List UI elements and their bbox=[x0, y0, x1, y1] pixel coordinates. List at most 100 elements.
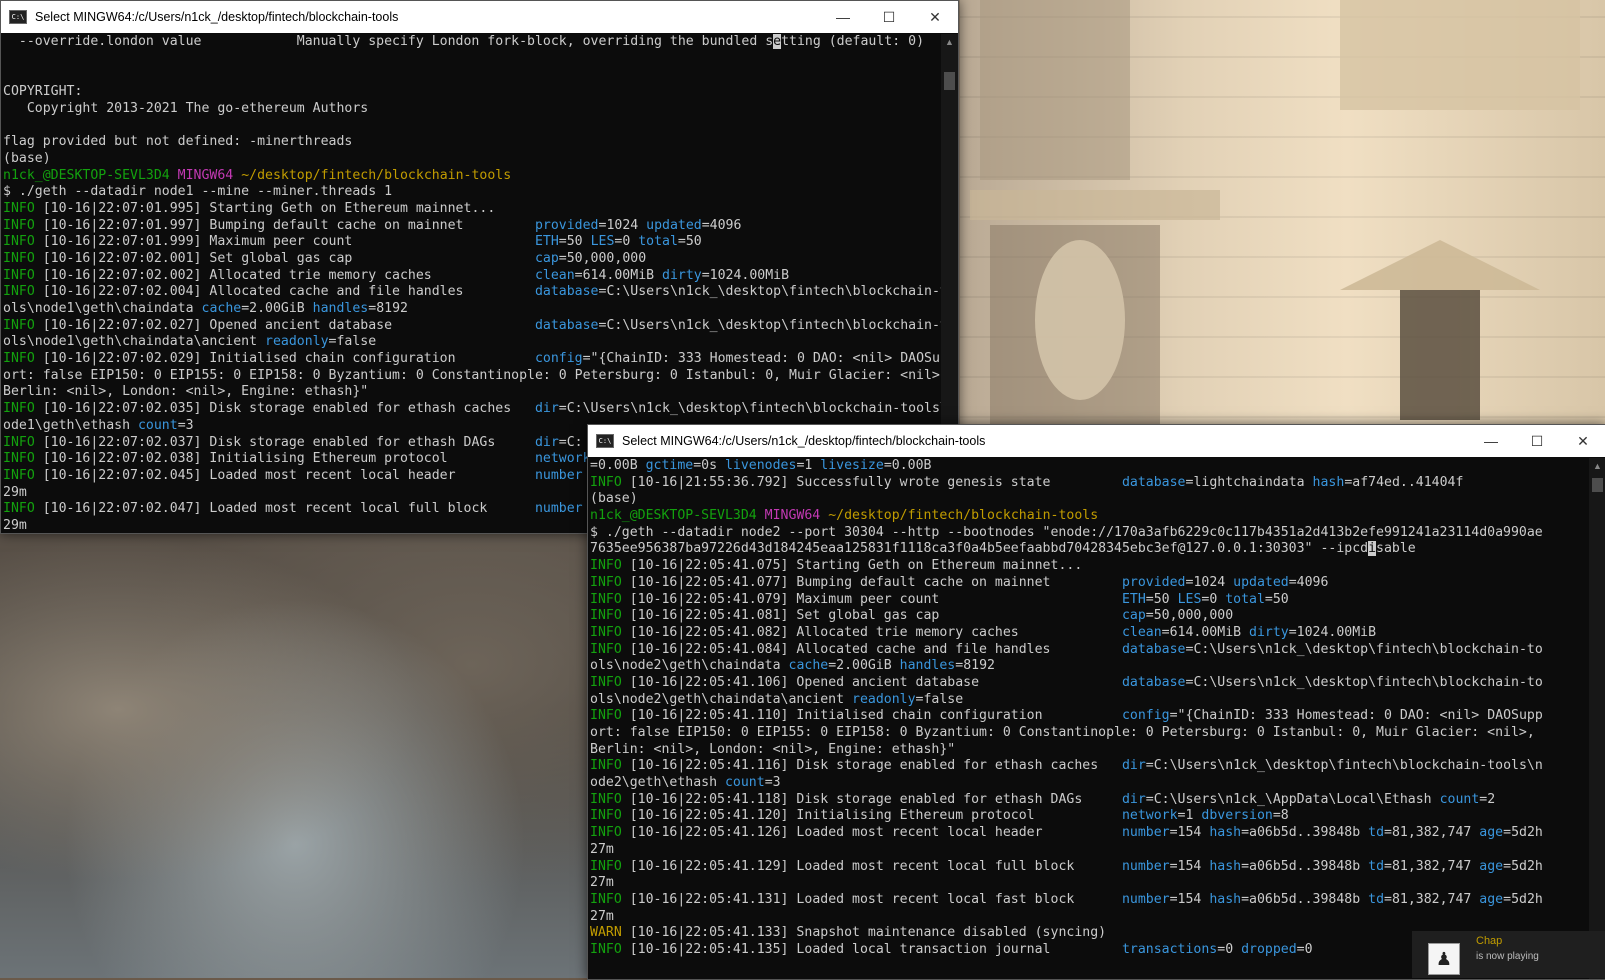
terminal-text-segment: =81,382,747 bbox=[1384, 825, 1480, 841]
terminal-line: 27m bbox=[590, 909, 1589, 926]
terminal-line: --override.london value Manually specify… bbox=[3, 34, 941, 51]
close-button[interactable]: ✕ bbox=[912, 1, 958, 33]
terminal-text-segment: =154 bbox=[1169, 858, 1210, 874]
terminal-text-segment: transactions bbox=[1121, 941, 1218, 957]
terminal-text-segment: age bbox=[1479, 891, 1504, 907]
terminal-text-segment: LES bbox=[590, 234, 615, 250]
terminal-line: Berlin: <nil>, London: <nil>, Engine: et… bbox=[590, 742, 1589, 759]
terminal-text-segment: hash bbox=[1209, 825, 1242, 841]
terminal-text-segment: =5d2h bbox=[1503, 825, 1543, 841]
terminal-text-segment: database bbox=[1121, 474, 1186, 490]
terminal-text-segment: Berlin: <nil>, London: <nil>, Engine: et… bbox=[3, 384, 369, 400]
maximize-button[interactable]: ☐ bbox=[866, 1, 912, 33]
close-button[interactable]: ✕ bbox=[1560, 425, 1605, 457]
terminal-text-segment: dir bbox=[534, 401, 559, 417]
terminal-text-segment: [10-16|21:55:36.792] Successfully wrote … bbox=[629, 474, 1122, 490]
terminal-line: ols\node1\geth\chaindata cache=2.00GiB h… bbox=[3, 301, 941, 318]
terminal-text-segment: cache bbox=[201, 301, 242, 316]
terminal-text-segment: ort: false EIP150: 0 EIP155: 0 EIP158: 0… bbox=[590, 725, 1535, 740]
terminal-text-segment: INFO bbox=[590, 758, 630, 774]
terminal-text-segment: INFO bbox=[3, 250, 43, 266]
scroll-up-icon[interactable]: ▲ bbox=[941, 34, 958, 51]
terminal-text-segment: tting (default: 0) bbox=[781, 34, 925, 49]
terminal-output[interactable]: =0.00B gctime=0s livenodes=1 livesize=0.… bbox=[588, 458, 1589, 979]
terminal-text-segment: dirty bbox=[662, 267, 702, 283]
terminal-line: (base) bbox=[590, 491, 1589, 508]
minimize-button[interactable]: — bbox=[1468, 425, 1514, 457]
terminal-text-segment: =1 bbox=[796, 458, 821, 473]
terminal-line: 7635ee956387ba97226d43d184245eaa125831f1… bbox=[590, 541, 1589, 558]
terminal-text-segment: [10-16|22:07:01.995] Starting Geth on Et… bbox=[42, 200, 496, 216]
terminal-window-node2[interactable]: C:\ Select MINGW64:/c/Users/n1ck_/deskto… bbox=[587, 424, 1605, 980]
terminal-text-segment: INFO bbox=[590, 891, 630, 907]
terminal-line: =0.00B gctime=0s livenodes=1 livesize=0.… bbox=[590, 458, 1589, 475]
minimize-button[interactable]: — bbox=[820, 1, 866, 33]
terminal-text-segment: =1024 bbox=[598, 217, 647, 233]
terminal-line: n1ck_@DESKTOP-SEVL3D4 MINGW64 ~/desktop/… bbox=[590, 508, 1589, 525]
terminal-text-segment: [10-16|22:07:02.047] Loaded most recent … bbox=[42, 501, 535, 517]
terminal-text-segment: age bbox=[1479, 825, 1504, 841]
terminal-line: INFO [10-16|21:55:36.792] Successfully w… bbox=[590, 475, 1589, 492]
terminal-text-segment: count bbox=[137, 417, 178, 433]
terminal-text-segment: =C: bbox=[558, 434, 583, 450]
terminal-line: INFO [10-16|22:05:41.110] Initialised ch… bbox=[590, 708, 1589, 725]
terminal-text-segment: [10-16|22:07:02.027] Opened ancient data… bbox=[42, 317, 535, 333]
terminal-text-segment: =a06b5d..39848b bbox=[1241, 825, 1369, 841]
terminal-line: INFO [10-16|22:05:41.118] Disk storage e… bbox=[590, 792, 1589, 809]
terminal-text-segment: ols\node2\geth\chaindata\ancient bbox=[590, 691, 853, 707]
terminal-text-segment: config bbox=[534, 351, 583, 367]
terminal-text-segment: =1 bbox=[1177, 808, 1202, 824]
terminal-text-segment: ols\node1\geth\chaindata\ancient bbox=[3, 334, 266, 350]
terminal-text-segment: INFO bbox=[3, 451, 43, 467]
terminal-text-segment: =false bbox=[915, 691, 964, 707]
terminal-text-segment: =50 bbox=[1145, 591, 1178, 607]
terminal-text-segment: =614.00MiB bbox=[574, 267, 663, 283]
terminal-text-segment: INFO bbox=[3, 200, 43, 216]
terminal-text-segment: [10-16|22:07:02.001] Set global gas cap bbox=[42, 250, 535, 266]
scrollbar-thumb[interactable] bbox=[944, 72, 955, 90]
terminal-text-segment: =a06b5d..39848b bbox=[1241, 858, 1369, 874]
terminal-text-segment: Berlin: <nil>, London: <nil>, Engine: et… bbox=[590, 741, 956, 757]
terminal-text-segment: =0s bbox=[693, 458, 725, 473]
terminal-line: INFO [10-16|22:05:41.126] Loaded most re… bbox=[590, 825, 1589, 842]
terminal-text-segment: hash bbox=[1209, 891, 1242, 907]
terminal-text-segment: $ ./geth --datadir node2 --port 30304 --… bbox=[590, 524, 1543, 540]
terminal-text-segment: INFO bbox=[590, 808, 630, 824]
terminal-text-segment: INFO bbox=[3, 217, 43, 233]
terminal-text-segment: =4096 bbox=[701, 217, 742, 233]
terminal-line: $ ./geth --datadir node1 --mine --miner.… bbox=[3, 184, 941, 201]
text-cursor: e bbox=[773, 34, 782, 49]
terminal-text-segment: [10-16|22:05:41.133] Snapshot maintenanc… bbox=[629, 925, 1107, 941]
terminal-line: INFO [10-16|22:07:02.035] Disk storage e… bbox=[3, 401, 941, 418]
vertical-scrollbar[interactable]: ▲ bbox=[1589, 458, 1605, 979]
terminal-line: INFO [10-16|22:05:41.116] Disk storage e… bbox=[590, 758, 1589, 775]
terminal-text-segment: dir bbox=[1121, 758, 1146, 774]
terminal-text-segment: [10-16|22:05:41.116] Disk storage enable… bbox=[629, 758, 1122, 774]
activity-notification[interactable]: ♟ Chap is now playing bbox=[1412, 931, 1605, 978]
scroll-up-icon[interactable]: ▲ bbox=[1589, 458, 1605, 475]
terminal-text-segment: INFO bbox=[3, 234, 43, 250]
terminal-text-segment: INFO bbox=[590, 858, 630, 874]
terminal-line: ols\node2\geth\chaindata\ancient readonl… bbox=[590, 692, 1589, 709]
terminal-text-segment: database bbox=[534, 317, 599, 333]
terminal-text-segment: total bbox=[638, 234, 678, 250]
terminal-text-segment: database bbox=[1121, 674, 1186, 690]
terminal-text-segment: ETH bbox=[1121, 591, 1146, 607]
terminal-text-segment: ETH bbox=[534, 234, 559, 250]
terminal-line: INFO [10-16|22:07:02.004] Allocated cach… bbox=[3, 284, 941, 301]
terminal-line: n1ck_@DESKTOP-SEVL3D4 MINGW64 ~/desktop/… bbox=[3, 168, 941, 185]
maximize-button[interactable]: ☐ bbox=[1514, 425, 1560, 457]
terminal-text-segment: sable bbox=[1376, 541, 1416, 557]
terminal-text-segment: =C:\Users\n1ck_\desktop\fintech\blockcha… bbox=[1145, 758, 1543, 774]
title-bar[interactable]: C:\ Select MINGW64:/c/Users/n1ck_/deskto… bbox=[1, 1, 958, 33]
terminal-text-segment: [10-16|22:07:02.004] Allocated cache and… bbox=[42, 284, 535, 300]
terminal-text-segment: handles bbox=[899, 658, 956, 674]
scrollbar-thumb[interactable] bbox=[1592, 478, 1603, 492]
terminal-text-segment: total bbox=[1225, 591, 1265, 607]
terminal-text-segment: dbversion bbox=[1201, 808, 1273, 824]
terminal-text-segment: =5d2h bbox=[1503, 858, 1543, 874]
terminal-text-segment: readonly bbox=[852, 691, 916, 707]
terminal-text-segment: [10-16|22:05:41.120] Initialising Ethere… bbox=[629, 808, 1122, 824]
terminal-text-segment: =2.00GiB bbox=[241, 301, 313, 316]
title-bar[interactable]: C:\ Select MINGW64:/c/Users/n1ck_/deskto… bbox=[588, 425, 1605, 457]
